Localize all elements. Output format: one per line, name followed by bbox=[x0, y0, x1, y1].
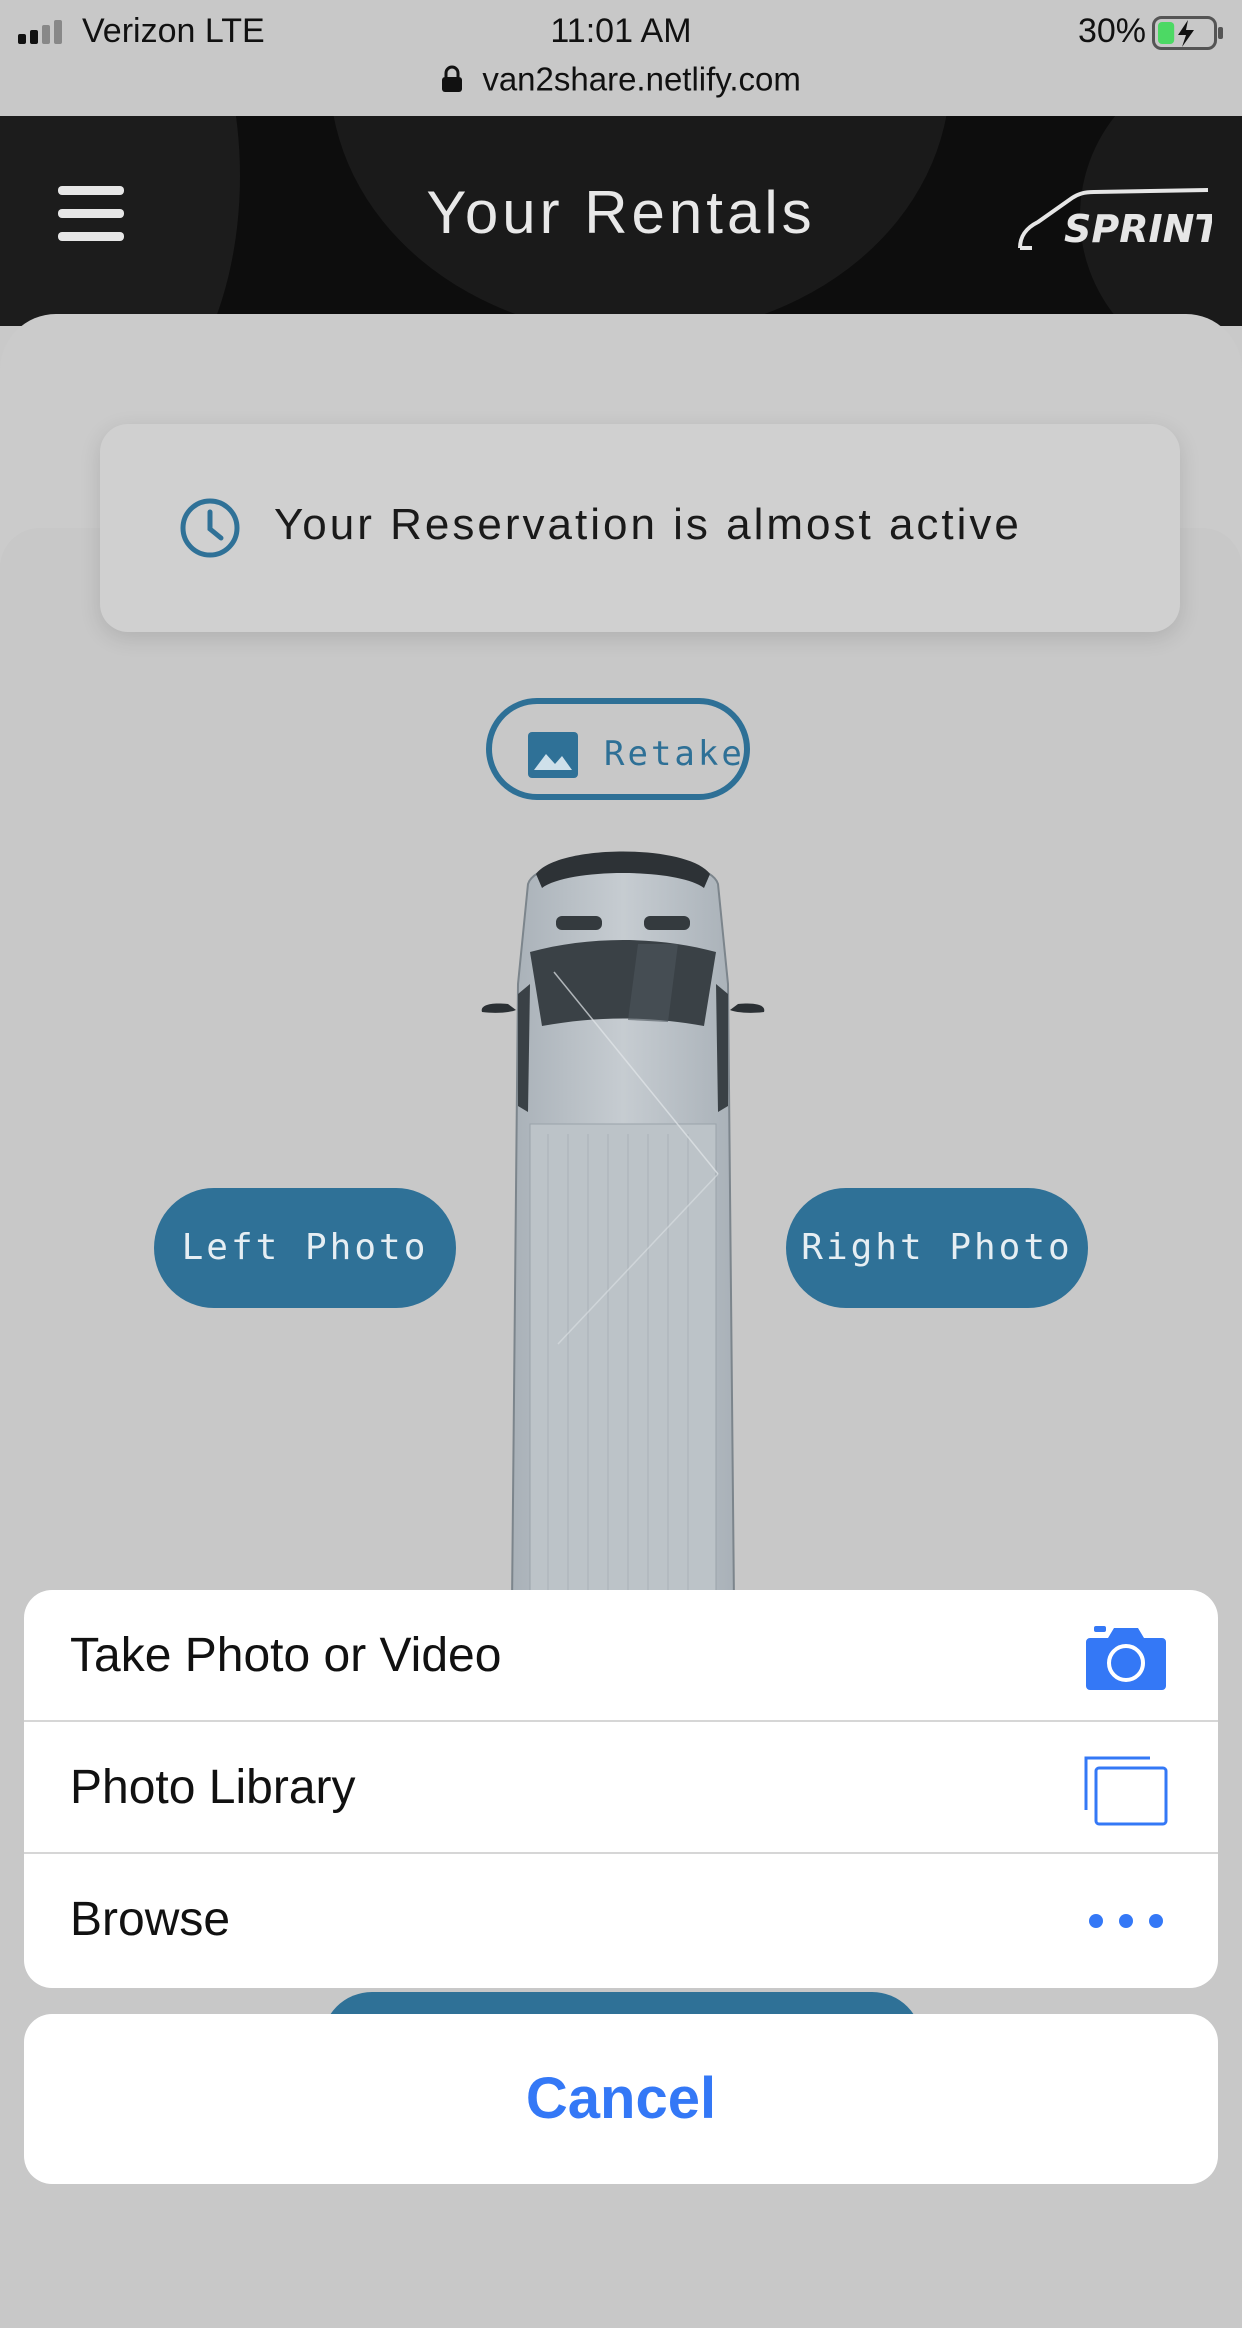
action-take-photo-or-video[interactable]: Take Photo or Video bbox=[24, 1590, 1218, 1722]
retake-label: Retake bbox=[604, 734, 745, 774]
clock-icon bbox=[180, 498, 240, 558]
lock-icon bbox=[442, 65, 463, 93]
reservation-notice: Your Reservation is almost active bbox=[100, 424, 1180, 632]
app-header: Your Rentals SPRINTER bbox=[0, 116, 1242, 326]
more-dots-icon bbox=[1089, 1914, 1163, 1928]
action-photo-library[interactable]: Photo Library bbox=[24, 1722, 1218, 1854]
status-bar: Verizon LTE 11:01 AM 30% van2share.netli… bbox=[0, 0, 1242, 116]
image-icon bbox=[528, 732, 578, 778]
right-photo-button[interactable]: Right Photo bbox=[786, 1188, 1088, 1308]
url-bar[interactable]: van2share.netlify.com bbox=[0, 58, 1242, 102]
photo-library-icon bbox=[1084, 1756, 1168, 1826]
sprinter-logo: SPRINTER bbox=[1018, 188, 1212, 251]
cancel-button[interactable]: Cancel bbox=[24, 2014, 1218, 2184]
action-label: Photo Library bbox=[70, 1761, 356, 1814]
action-sheet: Take Photo or Video Photo Library Browse bbox=[24, 1590, 1218, 1988]
retake-button[interactable]: Retake bbox=[486, 698, 750, 800]
camera-icon bbox=[1086, 1626, 1166, 1690]
clock-time: 11:01 AM bbox=[550, 12, 692, 50]
url-text: van2share.netlify.com bbox=[482, 60, 801, 98]
left-photo-button[interactable]: Left Photo bbox=[154, 1188, 456, 1308]
reservation-status-text: Your Reservation is almost active bbox=[274, 500, 1022, 549]
van-top-view-image bbox=[481, 851, 765, 1604]
action-browse[interactable]: Browse bbox=[24, 1854, 1218, 1986]
action-label: Browse bbox=[70, 1893, 231, 1946]
battery-charging-icon bbox=[1152, 16, 1223, 50]
sprinter-logo-text: SPRINTER bbox=[1064, 207, 1212, 251]
battery-percent: 30% bbox=[1077, 12, 1146, 50]
action-label: Take Photo or Video bbox=[70, 1629, 502, 1682]
